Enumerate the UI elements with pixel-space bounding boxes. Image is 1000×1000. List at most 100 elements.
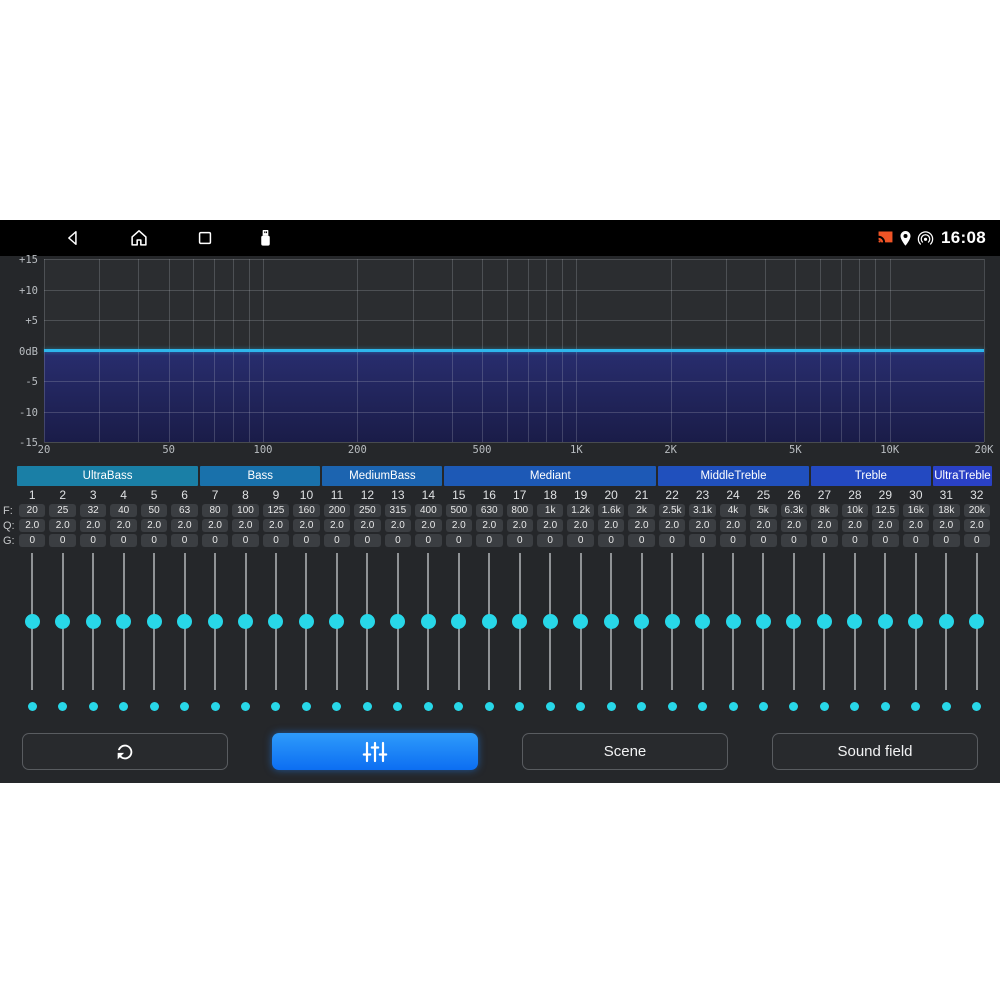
gain-slider[interactable] bbox=[413, 553, 443, 690]
freq-value: 1k bbox=[537, 504, 563, 517]
channel-dot bbox=[546, 702, 555, 711]
slider-knob[interactable] bbox=[208, 614, 223, 629]
q-value: 2.0 bbox=[19, 519, 45, 532]
gridline-h bbox=[44, 412, 984, 413]
freq-value: 40 bbox=[110, 504, 136, 517]
gain-slider[interactable] bbox=[78, 553, 108, 690]
slider-knob[interactable] bbox=[969, 614, 984, 629]
slider-knob[interactable] bbox=[878, 614, 893, 629]
slider-knob[interactable] bbox=[908, 614, 923, 629]
gain-slider[interactable] bbox=[626, 553, 656, 690]
slider-knob[interactable] bbox=[55, 614, 70, 629]
slider-knob[interactable] bbox=[695, 614, 710, 629]
slider-knob[interactable] bbox=[147, 614, 162, 629]
slider-knob[interactable] bbox=[268, 614, 283, 629]
reset-icon bbox=[114, 741, 136, 763]
gain-slider[interactable] bbox=[657, 553, 687, 690]
channel-dot-cell bbox=[687, 702, 717, 712]
gain-slider[interactable] bbox=[931, 553, 961, 690]
gain-slider[interactable] bbox=[840, 553, 870, 690]
channel-dot-cell bbox=[505, 702, 535, 712]
y-tick-label: +10 bbox=[0, 285, 38, 297]
channel-dot bbox=[211, 702, 220, 711]
slider-knob[interactable] bbox=[847, 614, 862, 629]
home-button[interactable] bbox=[127, 226, 151, 250]
slider-knob[interactable] bbox=[573, 614, 588, 629]
channel-number: 2 bbox=[47, 488, 77, 502]
slider-knob[interactable] bbox=[482, 614, 497, 629]
slider-knob[interactable] bbox=[939, 614, 954, 629]
reset-button[interactable] bbox=[22, 733, 228, 770]
slider-knob[interactable] bbox=[451, 614, 466, 629]
scene-button[interactable]: Scene bbox=[522, 733, 728, 770]
freq-value: 250 bbox=[354, 504, 380, 517]
slider-knob[interactable] bbox=[177, 614, 192, 629]
gain-slider[interactable] bbox=[383, 553, 413, 690]
gain-slider[interactable] bbox=[565, 553, 595, 690]
x-tick-label: 10K bbox=[880, 444, 899, 456]
slider-knob[interactable] bbox=[329, 614, 344, 629]
slider-knob[interactable] bbox=[756, 614, 771, 629]
channel-dot bbox=[607, 702, 616, 711]
status-bar: 16:08 bbox=[0, 220, 1000, 256]
gain-slider[interactable] bbox=[779, 553, 809, 690]
slider-knob[interactable] bbox=[665, 614, 680, 629]
gain-slider[interactable] bbox=[47, 553, 77, 690]
gain-slider[interactable] bbox=[870, 553, 900, 690]
gain-value: 0 bbox=[293, 534, 319, 547]
slider-knob[interactable] bbox=[726, 614, 741, 629]
gain-row: 00000000000000000000000000000000 bbox=[17, 534, 992, 549]
sound-field-button[interactable]: Sound field bbox=[772, 733, 978, 770]
slider-knob[interactable] bbox=[390, 614, 405, 629]
gain-slider[interactable] bbox=[687, 553, 717, 690]
gain-slider[interactable] bbox=[962, 553, 992, 690]
slider-knob[interactable] bbox=[238, 614, 253, 629]
gain-slider[interactable] bbox=[169, 553, 199, 690]
gain-slider[interactable] bbox=[444, 553, 474, 690]
gain-value: 0 bbox=[964, 534, 990, 547]
slider-knob[interactable] bbox=[116, 614, 131, 629]
channel-number: 10 bbox=[291, 488, 321, 502]
freq-value: 500 bbox=[446, 504, 472, 517]
gain-slider[interactable] bbox=[718, 553, 748, 690]
gain-slider[interactable] bbox=[200, 553, 230, 690]
gain-slider[interactable] bbox=[505, 553, 535, 690]
channel-dot-cell bbox=[78, 702, 108, 712]
gain-slider[interactable] bbox=[139, 553, 169, 690]
slider-knob[interactable] bbox=[786, 614, 801, 629]
gain-slider[interactable] bbox=[17, 553, 47, 690]
slider-knob[interactable] bbox=[512, 614, 527, 629]
gain-slider[interactable] bbox=[748, 553, 778, 690]
slider-knob[interactable] bbox=[421, 614, 436, 629]
gain-slider[interactable] bbox=[322, 553, 352, 690]
slider-knob[interactable] bbox=[634, 614, 649, 629]
gain-slider[interactable] bbox=[108, 553, 138, 690]
slider-knob[interactable] bbox=[299, 614, 314, 629]
gain-slider[interactable] bbox=[474, 553, 504, 690]
recents-button[interactable] bbox=[193, 226, 217, 250]
slider-knob[interactable] bbox=[543, 614, 558, 629]
gridline-h bbox=[44, 290, 984, 291]
gridline-h bbox=[44, 442, 984, 443]
gain-slider[interactable] bbox=[261, 553, 291, 690]
gain-slider[interactable] bbox=[809, 553, 839, 690]
slider-knob[interactable] bbox=[25, 614, 40, 629]
channel-number: 32 bbox=[962, 488, 992, 502]
gain-slider[interactable] bbox=[596, 553, 626, 690]
gain-slider[interactable] bbox=[352, 553, 382, 690]
slider-knob[interactable] bbox=[604, 614, 619, 629]
q-row-label: Q: bbox=[3, 520, 16, 533]
gain-slider[interactable] bbox=[535, 553, 565, 690]
slider-knob[interactable] bbox=[817, 614, 832, 629]
channel-dot-cell bbox=[809, 702, 839, 712]
channel-dot-cell bbox=[352, 702, 382, 712]
gain-slider[interactable] bbox=[291, 553, 321, 690]
gain-slider[interactable] bbox=[901, 553, 931, 690]
channel-dot-cell bbox=[291, 702, 321, 712]
slider-knob[interactable] bbox=[360, 614, 375, 629]
channel-dot bbox=[150, 702, 159, 711]
gain-slider[interactable] bbox=[230, 553, 260, 690]
eq-button[interactable] bbox=[272, 733, 478, 770]
back-button[interactable] bbox=[61, 226, 85, 250]
slider-knob[interactable] bbox=[86, 614, 101, 629]
